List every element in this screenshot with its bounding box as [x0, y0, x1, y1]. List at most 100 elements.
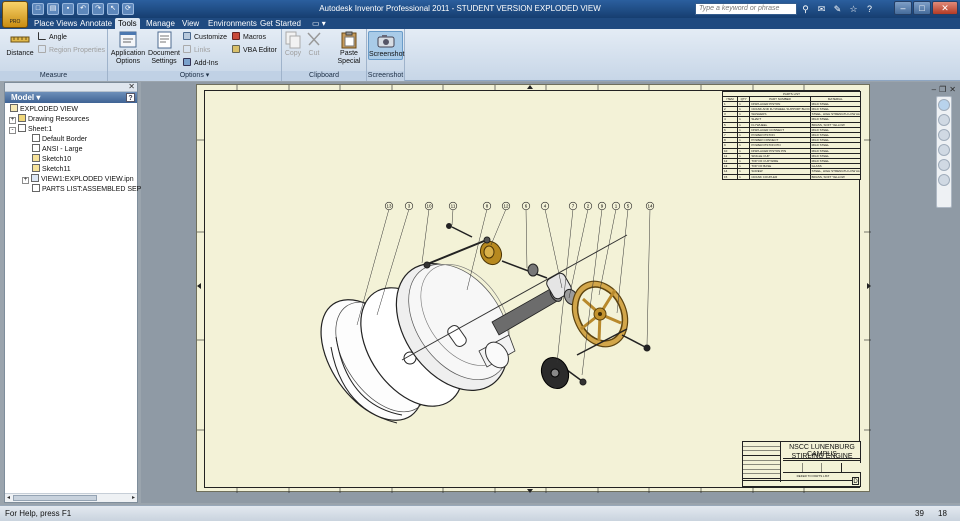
tree-node-label: Drawing Resources — [28, 116, 90, 123]
balloon[interactable]: 8 — [482, 201, 492, 211]
pan-icon[interactable] — [938, 114, 950, 126]
browser-help-icon[interactable]: ? — [126, 93, 135, 102]
application-menu-button[interactable]: PRO — [2, 1, 28, 28]
browser-close-icon[interactable]: ✕ — [128, 82, 135, 91]
tab-get-started[interactable]: Get Started — [257, 18, 304, 29]
zoom-all-icon[interactable] — [938, 144, 950, 156]
parts-list-cell: 1 — [738, 112, 751, 117]
tree-node-sketch11[interactable]: Sketch11 — [32, 164, 71, 174]
tab-tools[interactable]: Tools — [115, 18, 140, 29]
tab-annotate[interactable]: Annotate — [77, 18, 115, 29]
balloon[interactable]: 2 — [583, 201, 593, 211]
tree-node-default-border[interactable]: Default Border — [32, 134, 87, 144]
communication-center-icon[interactable]: ✉ — [816, 3, 827, 15]
drawing-sheet[interactable]: 13 3 10 11 8 12 6 4 7 2 9 1 5 14 PARTS L… — [196, 84, 871, 493]
add-ins-icon — [183, 58, 191, 66]
region-properties-button[interactable]: Region Properties — [38, 45, 105, 56]
parts-list-cell: SINGLE CUP — [750, 153, 811, 158]
vba-editor-button[interactable]: VBA Editor — [232, 45, 277, 56]
scroll-right-icon[interactable]: ▸ — [132, 494, 135, 503]
update-icon[interactable]: ⟳ — [122, 3, 134, 15]
title-block-left-cells — [743, 442, 781, 482]
browser-header[interactable]: Model ▾ ? — [5, 92, 137, 103]
balloon[interactable]: 4 — [540, 201, 550, 211]
close-icon[interactable]: ✕ — [932, 1, 958, 15]
expand-icon[interactable]: + — [9, 117, 16, 124]
balloon[interactable]: 7 — [568, 201, 578, 211]
application-options-line1: Application — [110, 50, 146, 57]
tab-overflow-icon[interactable]: ▭ ▾ — [309, 18, 329, 29]
tree-node-sheet-1[interactable]: - Sheet:1 — [9, 124, 52, 134]
copy-button[interactable]: Copy — [283, 31, 303, 58]
redo-icon[interactable]: ↷ — [92, 3, 104, 15]
title-block[interactable]: NSCC LUNENBURG CAMPUS STIRLING ENGINE RE… — [742, 441, 861, 487]
tree-node-drawing-resources[interactable]: + Drawing Resources — [9, 114, 89, 124]
help-search-input[interactable]: Type a keyword or phrase — [695, 3, 797, 15]
document-window-controls: – ❐ ✕ — [932, 85, 956, 94]
zoom-window-icon[interactable] — [938, 159, 950, 171]
parts-list-table[interactable]: PARTS LIST ITEM QTY PART NUMBER MATERIAL 11… — [722, 91, 861, 180]
tab-manage[interactable]: Manage — [143, 18, 178, 29]
cut-button[interactable]: Cut — [304, 31, 324, 58]
scroll-left-icon[interactable]: ◂ — [7, 494, 10, 503]
parts-list-cell: FLYWHEEL — [750, 122, 811, 127]
collapse-icon[interactable]: - — [9, 127, 16, 134]
title-block-grid — [783, 463, 861, 473]
scrollbar-thumb[interactable] — [13, 495, 97, 501]
application-options-button[interactable]: Application Options — [110, 31, 146, 66]
tab-place-views[interactable]: Place Views — [31, 18, 80, 29]
tools-icon[interactable]: ✎ — [832, 3, 843, 15]
doc-close-icon[interactable]: ✕ — [949, 85, 956, 94]
undo-icon[interactable]: ↶ — [77, 3, 89, 15]
graphics-window[interactable]: – ❐ ✕ 13 3 10 11 8 12 6 4 7 2 9 1 5 14 P… — [141, 82, 960, 503]
minimize-icon[interactable]: – — [894, 1, 912, 15]
tree-node-ansi-large[interactable]: ANSI - Large — [32, 144, 82, 154]
screenshot-button[interactable]: Screenshot — [368, 31, 404, 60]
balloon[interactable]: 6 — [521, 201, 531, 211]
doc-restore-icon[interactable]: ❐ — [939, 85, 946, 94]
parts-list-cell: TOP OF CUP WIRE — [750, 158, 811, 164]
balloon[interactable]: 10 — [424, 201, 434, 211]
links-button[interactable]: Links — [183, 45, 210, 56]
add-ins-button[interactable]: Add-Ins — [183, 58, 218, 69]
distance-button[interactable]: Distance — [5, 31, 35, 58]
steering-wheel-icon[interactable] — [938, 99, 950, 111]
balloon[interactable]: 14 — [645, 201, 655, 211]
tab-environments[interactable]: Environments — [205, 18, 260, 29]
doc-minimize-icon[interactable]: – — [932, 85, 936, 94]
balloon[interactable]: 12 — [501, 201, 511, 211]
parts-list-cell: 14 — [723, 169, 739, 174]
paste-special-button[interactable]: Paste Special — [335, 31, 363, 66]
help-icon[interactable]: ? — [864, 3, 875, 15]
tree-node-exploded-view[interactable]: EXPLODED VIEW — [10, 104, 78, 114]
balloon[interactable]: 3 — [404, 201, 414, 211]
browser-horizontal-scrollbar[interactable]: ◂ ▸ — [5, 493, 137, 502]
balloon[interactable]: 9 — [597, 201, 607, 211]
balloon[interactable]: 13 — [384, 201, 394, 211]
new-file-icon[interactable]: □ — [32, 3, 44, 15]
options-panel-title[interactable]: Options ▾ — [108, 71, 281, 81]
parts-list-cell: 1 — [738, 138, 751, 143]
balloon[interactable]: 11 — [448, 201, 458, 211]
tree-node-view1[interactable]: + VIEW1:EXPLODED VIEW.ipn — [22, 174, 134, 184]
tab-view[interactable]: View — [179, 18, 202, 29]
macros-button[interactable]: Macros — [232, 32, 266, 43]
select-icon[interactable]: ↖ — [107, 3, 119, 15]
star-icon[interactable]: ☆ — [848, 3, 859, 15]
document-settings-button[interactable]: Document Settings — [146, 31, 182, 66]
open-file-icon[interactable]: ▤ — [47, 3, 59, 15]
look-at-icon[interactable] — [938, 174, 950, 186]
browser-title-strip: ✕ — [5, 82, 137, 92]
save-icon[interactable]: ▪ — [62, 3, 74, 15]
zoom-icon[interactable] — [938, 129, 950, 141]
customize-button[interactable]: Customize — [183, 32, 227, 43]
maximize-icon[interactable]: □ — [913, 1, 931, 15]
balloon[interactable]: 1 — [611, 201, 621, 211]
binoculars-icon[interactable]: ⚲ — [800, 3, 811, 15]
exploded-view-assembly[interactable]: 13 3 10 11 8 12 6 4 7 2 9 1 5 14 — [300, 201, 655, 438]
balloon[interactable]: 5 — [623, 201, 633, 211]
parts-list-row: 15 1 CRANK COUPLER BRASS, SOFT YELLOW — [723, 174, 860, 179]
tree-node-sketch10[interactable]: Sketch10 — [32, 154, 71, 164]
expand-icon[interactable]: + — [22, 177, 29, 184]
angle-button[interactable]: Angle — [38, 32, 67, 43]
